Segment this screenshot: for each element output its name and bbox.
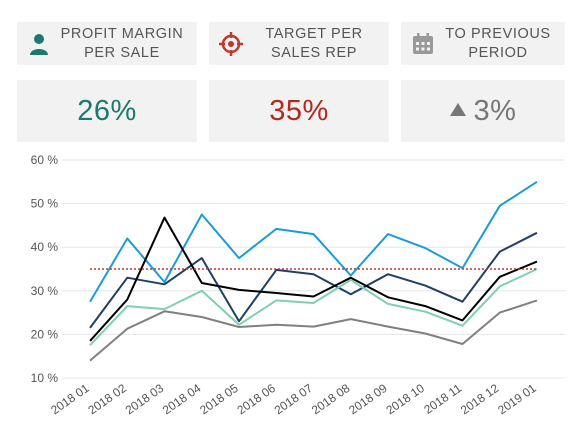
y-tick-label: 60 % xyxy=(31,153,59,167)
x-tick-label: 2018 03 xyxy=(123,381,167,418)
x-tick-label: 2018 10 xyxy=(383,381,427,418)
y-tick-label: 40 % xyxy=(31,240,59,254)
x-tick-label: 2018 09 xyxy=(346,381,390,418)
x-tick-label: 2018 04 xyxy=(160,381,204,418)
x-tick-label: 2018 12 xyxy=(458,381,502,418)
x-tick-label: 2018 06 xyxy=(234,381,278,418)
x-tick-label: 2018 01 xyxy=(48,381,92,418)
x-tick-label: 2018 11 xyxy=(421,381,464,417)
x-tick-label: 2018 08 xyxy=(309,381,353,418)
x-tick-label: 2018 07 xyxy=(272,381,316,418)
series-line-3 xyxy=(89,216,538,342)
series-line-4 xyxy=(89,268,538,346)
x-tick-label: 2018 02 xyxy=(85,381,129,418)
x-tick-label: 2018 05 xyxy=(197,381,241,418)
y-tick-label: 10 % xyxy=(31,371,59,385)
x-tick-label: 2019 01 xyxy=(495,381,539,418)
line-chart: 60 %50 %40 %30 %20 %10 %2018 012018 0220… xyxy=(31,153,565,418)
y-tick-label: 50 % xyxy=(31,197,59,211)
y-tick-label: 20 % xyxy=(31,327,59,341)
y-tick-label: 30 % xyxy=(31,284,59,298)
